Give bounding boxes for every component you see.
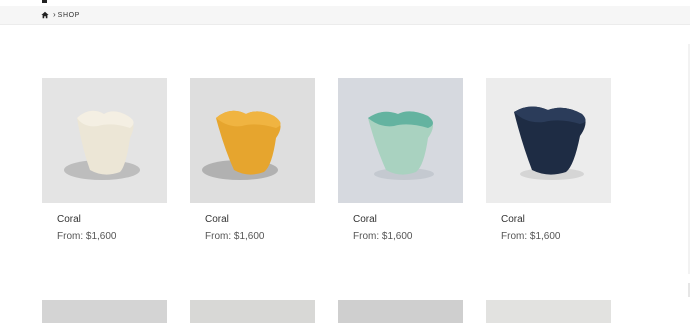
product-card[interactable]: Coral From: $1,600 [42, 78, 167, 242]
product-name[interactable]: Coral [501, 214, 525, 225]
breadcrumb-current: SHOP [57, 11, 80, 19]
product-image[interactable] [486, 78, 611, 203]
chevron-right-icon: › [53, 10, 56, 19]
header-logo-fragment [42, 0, 47, 3]
product-image[interactable] [486, 300, 611, 323]
product-image[interactable] [190, 300, 315, 323]
product-price: From: $1,600 [57, 231, 117, 242]
breadcrumb: › SHOP [0, 6, 690, 25]
product-image[interactable] [42, 78, 167, 203]
product-name[interactable]: Coral [205, 214, 229, 225]
product-card[interactable]: Coral From: $1,600 [338, 78, 463, 242]
product-image[interactable] [338, 78, 463, 203]
product-image[interactable] [190, 78, 315, 203]
product-price: From: $1,600 [205, 231, 265, 242]
product-price: From: $1,600 [501, 231, 561, 242]
product-price: From: $1,600 [353, 231, 413, 242]
home-icon[interactable] [41, 11, 49, 19]
product-name[interactable]: Coral [353, 214, 377, 225]
product-image[interactable] [338, 300, 463, 323]
product-card[interactable]: Coral From: $1,600 [486, 78, 611, 242]
product-image[interactable] [42, 300, 167, 323]
product-name[interactable]: Coral [57, 214, 81, 225]
product-card[interactable]: Coral From: $1,600 [190, 78, 315, 242]
